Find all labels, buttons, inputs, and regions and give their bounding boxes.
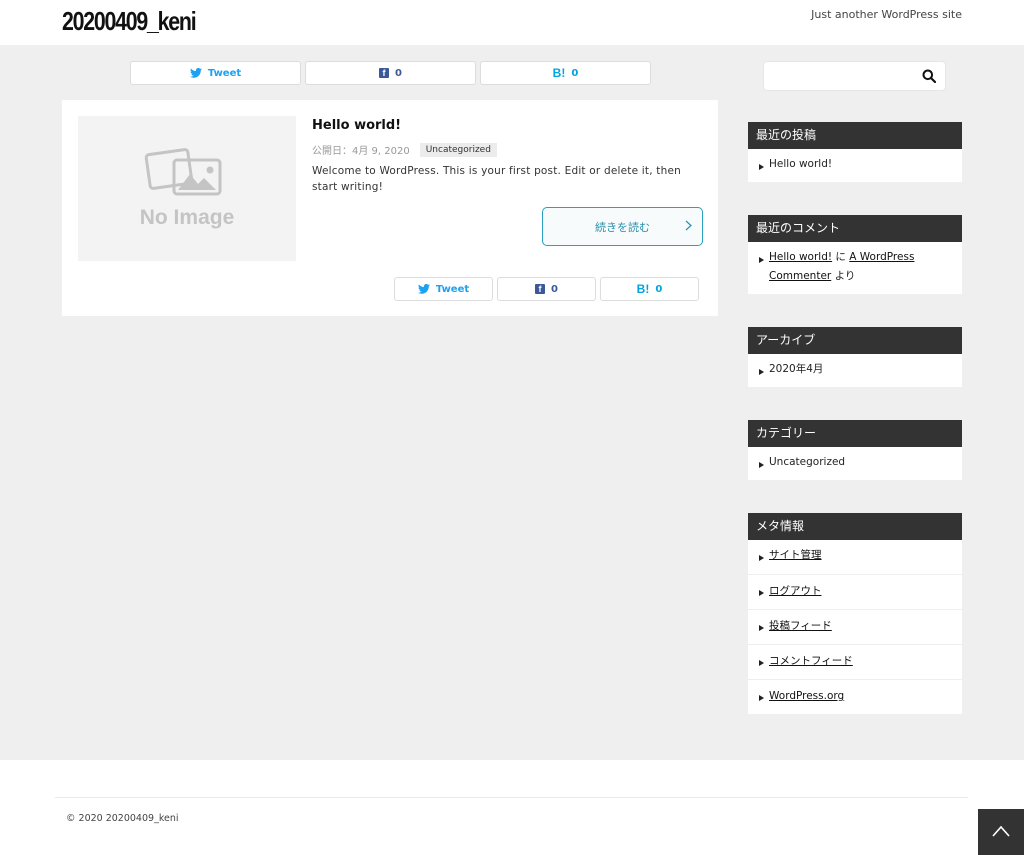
site-tagline: Just another WordPress site <box>811 8 962 21</box>
hatena-bookmark-button[interactable]: B! 0 <box>480 61 651 85</box>
widget-title: カテゴリー <box>748 420 962 447</box>
widget-list: Hello world! に A WordPress Commenter より <box>748 242 962 294</box>
widget-categories: カテゴリー Uncategorized <box>748 420 962 480</box>
footer-divider <box>55 797 968 798</box>
twitter-icon <box>417 284 430 294</box>
widget-archives: アーカイブ 2020年4月 <box>748 327 962 387</box>
post-meta: 公開日：4月 9, 2020 Uncategorized <box>312 142 497 157</box>
hatena-bookmark-button[interactable]: B! 0 <box>600 277 699 301</box>
no-image-text: No Image <box>139 206 235 229</box>
twitter-icon <box>189 68 202 78</box>
list-item[interactable]: コメントフィード <box>748 645 962 680</box>
widget-list: サイト管理 ログアウト 投稿フィード コメントフィード WordPress.or… <box>748 540 962 714</box>
share-buttons-top: Tweet f 0 B! 0 <box>130 61 651 85</box>
site-title[interactable]: 20200409_keni <box>62 6 197 37</box>
meta-link-comments-feed[interactable]: コメントフィード <box>769 655 853 667</box>
facebook-count: 0 <box>551 283 558 295</box>
tweet-label: Tweet <box>207 67 242 79</box>
list-item[interactable]: 投稿フィード <box>748 610 962 645</box>
read-more-button[interactable]: 続きを読む <box>542 207 703 246</box>
facebook-icon: f <box>379 68 390 78</box>
share-buttons-bottom: Tweet f 0 B! 0 <box>394 277 699 301</box>
list-item[interactable]: 2020年4月 <box>748 354 962 387</box>
read-more-label: 続きを読む <box>595 220 650 234</box>
widget-recent-comments: 最近のコメント Hello world! に A WordPress Comme… <box>748 215 962 294</box>
search-icon[interactable] <box>922 69 936 83</box>
widget-list: 2020年4月 <box>748 354 962 387</box>
list-item[interactable]: サイト管理 <box>748 540 962 575</box>
chevron-right-icon <box>685 220 692 231</box>
hatena-icon: B! <box>552 66 566 80</box>
facebook-count: 0 <box>395 67 402 79</box>
tweet-button[interactable]: Tweet <box>394 277 493 301</box>
post-card: No Image Hello world! 公開日：4月 9, 2020 Unc… <box>62 100 718 316</box>
list-item[interactable]: Uncategorized <box>748 447 962 480</box>
widget-recent-posts: 最近の投稿 Hello world! <box>748 122 962 182</box>
hatena-count: 0 <box>571 67 579 79</box>
hatena-icon: B! <box>636 282 650 296</box>
meta-link-logout[interactable]: ログアウト <box>769 585 822 597</box>
widget-title: 最近の投稿 <box>748 122 962 149</box>
post-excerpt: Welcome to WordPress. This is your first… <box>312 165 681 193</box>
category-badge[interactable]: Uncategorized <box>419 142 497 157</box>
category-link[interactable]: Uncategorized <box>769 456 845 468</box>
comment-on-text: に <box>835 251 846 263</box>
image-placeholder-icon <box>144 148 222 196</box>
list-item[interactable]: WordPress.org <box>748 680 962 714</box>
meta-link-entries-feed[interactable]: 投稿フィード <box>769 620 832 632</box>
site-header: 20200409_keni Just another WordPress sit… <box>0 0 1024 45</box>
search-input[interactable] <box>763 61 946 91</box>
widget-title: 最近のコメント <box>748 215 962 242</box>
meta-link-site-admin[interactable]: サイト管理 <box>769 549 822 561</box>
archive-link[interactable]: 2020年4月 <box>769 363 823 375</box>
post-title[interactable]: Hello world! <box>312 118 401 133</box>
copyright: © 2020 20200409_keni <box>66 813 179 824</box>
facebook-icon: f <box>535 284 546 294</box>
widget-title: アーカイブ <box>748 327 962 354</box>
facebook-share-button[interactable]: f 0 <box>305 61 476 85</box>
recent-post-link[interactable]: Hello world! <box>769 158 832 170</box>
site-footer: © 2020 20200409_keni <box>0 760 1024 855</box>
page-top-button[interactable] <box>978 809 1024 855</box>
hatena-count: 0 <box>655 283 663 295</box>
widget-title: メタ情報 <box>748 513 962 540</box>
tweet-label: Tweet <box>435 283 470 295</box>
facebook-share-button[interactable]: f 0 <box>497 277 596 301</box>
list-item: Hello world! に A WordPress Commenter より <box>748 242 962 294</box>
comment-post-link[interactable]: Hello world! <box>769 251 832 263</box>
comment-by-text: より <box>834 270 856 282</box>
tweet-button[interactable]: Tweet <box>130 61 301 85</box>
chevron-up-icon <box>992 825 1010 837</box>
widget-list: Hello world! <box>748 149 962 182</box>
widget-meta: メタ情報 サイト管理 ログアウト 投稿フィード コメントフィード WordPre… <box>748 513 962 714</box>
post-date: 公開日：4月 9, 2020 <box>312 146 410 157</box>
list-item[interactable]: Hello world! <box>748 149 962 182</box>
meta-link-wordpress-org[interactable]: WordPress.org <box>769 690 844 702</box>
post-thumbnail[interactable]: No Image <box>78 116 296 261</box>
widget-list: Uncategorized <box>748 447 962 480</box>
list-item[interactable]: ログアウト <box>748 575 962 610</box>
